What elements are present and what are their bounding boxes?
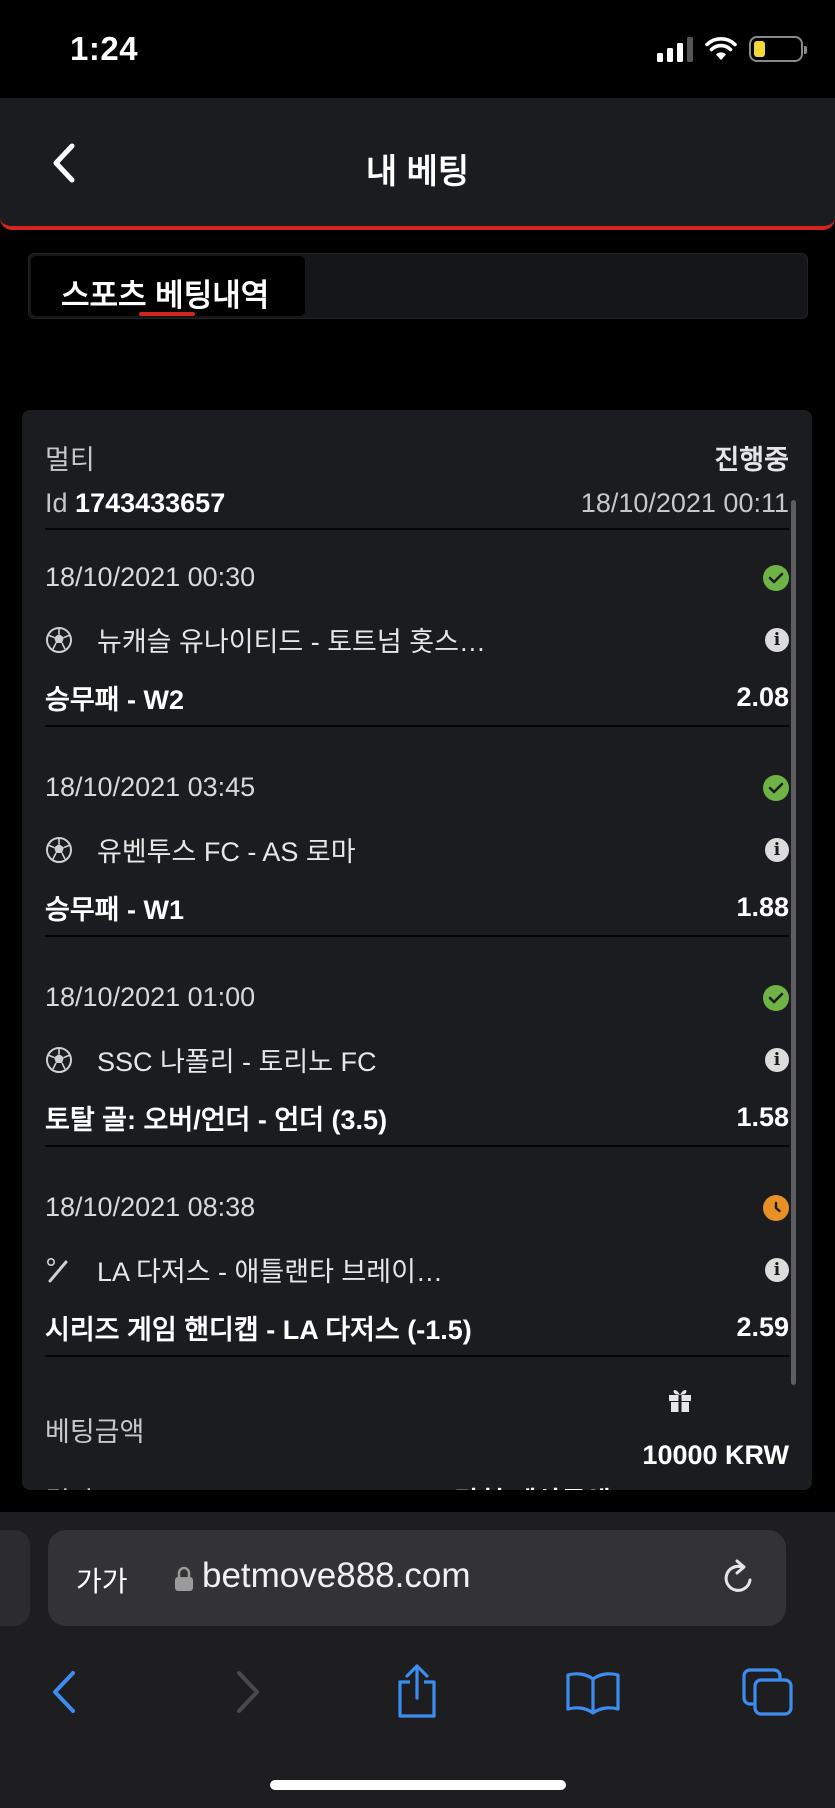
browser-toolbar — [0, 1662, 835, 1732]
lock-icon — [175, 1566, 193, 1591]
selection-match: SSC 나폴리 - 토리노 FC — [97, 1047, 377, 1077]
tab-sports-bet-history[interactable]: 스포츠 베팅내역 — [31, 256, 305, 316]
tab-bar: 스포츠 베팅내역 — [28, 253, 808, 319]
baseball-icon — [45, 1256, 73, 1284]
selection-match-row: SSC 나폴리 - 토리노 FC i — [45, 1040, 789, 1079]
selection-date-row: 18/10/2021 03:45 — [45, 772, 789, 803]
selection-match: LA 다저스 - 애틀랜타 브레이… — [97, 1257, 443, 1287]
result-row: 결과 당첨 예상금액: 168272 KRW — [45, 1480, 789, 1490]
won-check-icon — [763, 564, 789, 591]
bet-id-row: Id 1743433657 18/10/2021 00:11 — [45, 488, 789, 519]
tab-active-indicator — [139, 312, 195, 316]
info-icon[interactable]: i — [765, 1257, 789, 1282]
tabs-icon[interactable] — [740, 1662, 796, 1722]
bet-type: 멀티 — [45, 445, 95, 475]
selection-date: 18/10/2021 08:38 — [45, 1192, 256, 1222]
divider — [45, 1145, 789, 1147]
selection-match: 뉴캐슬 유나이티드 - 토트넘 홋스… — [97, 627, 486, 657]
info-icon[interactable]: i — [765, 627, 789, 652]
battery-icon — [749, 36, 807, 62]
browser-forward-icon[interactable] — [228, 1662, 268, 1722]
stake-value: 10000 KRW — [642, 1440, 789, 1470]
bet-placed-at: 18/10/2021 00:11 — [580, 488, 789, 518]
selection-match: 유벤투스 FC - AS 로마 — [97, 837, 356, 867]
selection-market: 토탈 골: 오버/언더 - 언더 (3.5) — [45, 1105, 388, 1135]
won-check-icon — [763, 984, 789, 1011]
share-icon[interactable] — [392, 1662, 442, 1722]
divider — [45, 935, 789, 937]
selection-match-row: LA 다저스 - 애틀랜타 브레이… i — [45, 1250, 789, 1289]
scrollbar[interactable] — [791, 500, 796, 1385]
browser-bottom-bar: 가가 betmove888.com — [0, 1512, 835, 1808]
stake-value-row: 10000 KRW — [45, 1440, 789, 1471]
selection-odds: 1.88 — [736, 892, 789, 922]
selection-market: 승무패 - W2 — [45, 685, 185, 715]
text-size-button[interactable]: 가가 — [76, 1560, 128, 1600]
selection-market-row: 승무패 - W1 1.88 — [45, 888, 789, 927]
info-icon[interactable]: i — [765, 837, 789, 862]
selection-date: 18/10/2021 00:30 — [45, 562, 256, 592]
page-title: 내 베팅 — [365, 153, 470, 191]
selection-odds: 2.59 — [736, 1312, 789, 1342]
selection-date-row: 18/10/2021 00:30 — [45, 562, 789, 593]
cellular-signal-icon — [657, 36, 693, 62]
reload-icon[interactable] — [720, 1558, 758, 1598]
bookmarks-icon[interactable] — [563, 1662, 623, 1722]
selection-date: 18/10/2021 03:45 — [45, 772, 256, 802]
payout-text: 당첨 예상금액: 168272 KRW — [454, 1480, 789, 1490]
address-bar[interactable]: 가가 betmove888.com — [48, 1530, 786, 1626]
result-label: 결과 — [45, 1480, 95, 1490]
soccer-icon — [45, 1046, 73, 1074]
selection-date-row: 18/10/2021 08:38 — [45, 1192, 789, 1223]
pending-clock-icon — [763, 1194, 789, 1221]
app-header: 내 베팅 — [0, 98, 835, 230]
selection-market: 승무패 - W1 — [45, 895, 185, 925]
selection-odds: 2.08 — [736, 682, 789, 712]
bet-card[interactable]: 멀티 진행중 Id 1743433657 18/10/2021 00:11 18… — [22, 410, 812, 1490]
selection-market-row: 토탈 골: 오버/언더 - 언더 (3.5) 1.58 — [45, 1098, 789, 1137]
bet-id: Id 1743433657 — [45, 488, 226, 518]
soccer-icon — [45, 836, 73, 864]
selection-market: 시리즈 게임 핸디캡 - LA 다저스 (-1.5) — [45, 1315, 472, 1345]
home-indicator[interactable] — [270, 1780, 566, 1790]
bet-header-row: 멀티 진행중 — [45, 438, 789, 477]
selection-match-row: 뉴캐슬 유나이티드 - 토트넘 홋스… i — [45, 620, 789, 659]
info-icon[interactable]: i — [765, 1047, 789, 1072]
won-check-icon — [763, 774, 789, 801]
selection-odds: 1.58 — [736, 1102, 789, 1132]
gift-icon — [669, 1389, 691, 1412]
previous-tab-pill[interactable] — [0, 1530, 30, 1626]
status-bar: 1:24 — [0, 0, 835, 98]
divider — [45, 528, 789, 530]
url-text: betmove888.com — [202, 1556, 471, 1595]
selection-market-row: 승무패 - W2 2.08 — [45, 678, 789, 717]
browser-back-icon[interactable] — [44, 1662, 84, 1722]
divider — [45, 1355, 789, 1357]
tab-label: 스포츠 베팅내역 — [61, 278, 270, 313]
divider — [45, 725, 789, 727]
status-time: 1:24 — [70, 30, 139, 67]
selection-market-row: 시리즈 게임 핸디캡 - LA 다저스 (-1.5) 2.59 — [45, 1308, 789, 1347]
bet-status: 진행중 — [714, 445, 789, 475]
selection-match-row: 유벤투스 FC - AS 로마 i — [45, 830, 789, 869]
selection-date: 18/10/2021 01:00 — [45, 982, 256, 1012]
soccer-icon — [45, 626, 73, 654]
selection-date-row: 18/10/2021 01:00 — [45, 982, 789, 1013]
status-icons — [657, 36, 807, 62]
wifi-icon — [705, 37, 737, 60]
